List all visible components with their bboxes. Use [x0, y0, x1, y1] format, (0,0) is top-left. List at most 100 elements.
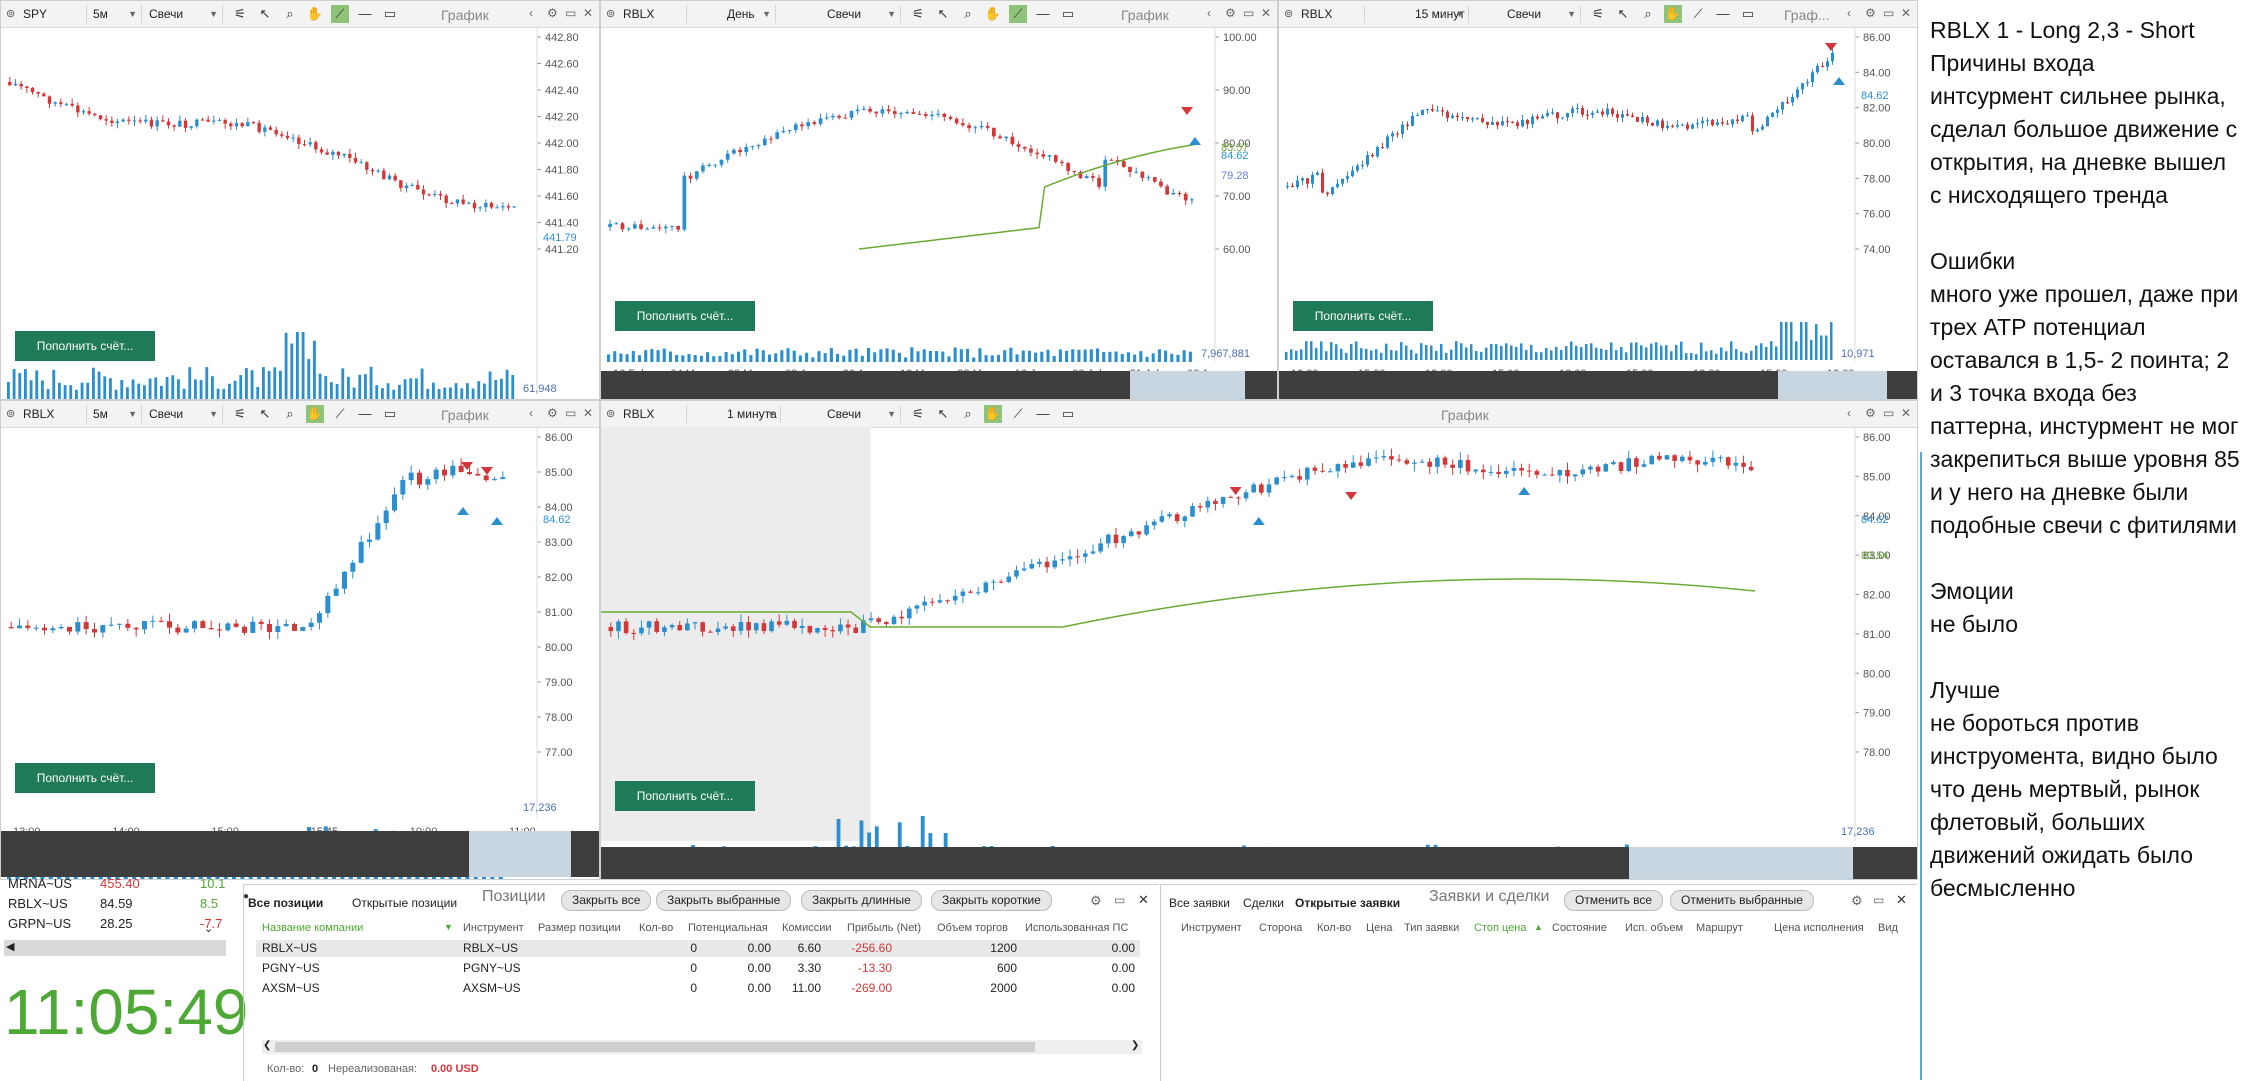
settings-icon[interactable]: ⚙: [1865, 6, 1876, 20]
price-plot[interactable]: 86.0085.0084.0083.0082.0081.0080.0079.00…: [1, 427, 600, 880]
col-commission[interactable]: Комиссии: [782, 922, 832, 934]
deposit-button[interactable]: Пополнить счёт...: [15, 763, 155, 793]
hand-icon[interactable]: ✋: [306, 5, 324, 23]
sell-marker-icon[interactable]: [1229, 487, 1242, 495]
hand-icon[interactable]: ✋: [1664, 5, 1682, 23]
chart-panel-spy[interactable]: ⊚ SPY 5м ▼ Свечи ▼ ⚟ ↖ ⌕ ✋ ⟋ — ▭ График ‹ ⚙ ▭ ✕ 44…: [0, 0, 600, 400]
close-icon[interactable]: ✕: [1901, 406, 1911, 420]
chart-type-select[interactable]: Свечи ▼: [821, 405, 901, 423]
close-icon[interactable]: ✕: [1138, 892, 1149, 908]
restore-icon[interactable]: ▭: [1114, 893, 1125, 907]
sort-asc-icon[interactable]: ▲: [1534, 922, 1543, 932]
close-icon[interactable]: ✕: [1261, 6, 1271, 20]
watchlist-row[interactable]: GRPN~US 28.25 -7.7: [8, 916, 237, 934]
chart-panel-rblx[interactable]: ⊚ RBLX 1 минута ▼ Свечи ▼ ⚟ ↖ ⌕ ✋ ⟋ — ▭ График ‹ ⚙…: [600, 400, 1918, 880]
hline-icon[interactable]: —: [1034, 405, 1052, 423]
rect-icon[interactable]: ▭: [1059, 405, 1077, 423]
positions-hscroll-thumb[interactable]: [275, 1042, 1035, 1052]
filter-icon[interactable]: ▼: [444, 922, 453, 932]
interval-select[interactable]: День ▼: [721, 5, 776, 23]
col-filled[interactable]: Исп. объем: [1625, 922, 1683, 934]
rect-icon[interactable]: ▭: [1059, 5, 1077, 23]
col-qty[interactable]: Кол-во: [639, 922, 673, 934]
navigator-window[interactable]: [1778, 371, 1887, 399]
rect-icon[interactable]: ▭: [381, 405, 399, 423]
indicators-icon[interactable]: ⚟: [909, 5, 927, 23]
scroll-left-icon[interactable]: ◀: [6, 940, 14, 953]
scroll-right-icon[interactable]: ❯: [1131, 1040, 1139, 1051]
col-side[interactable]: Сторона: [1259, 922, 1302, 934]
collapse-icon[interactable]: ‹: [1207, 6, 1211, 20]
col-size[interactable]: Размер позиции: [538, 922, 621, 934]
navigator-window[interactable]: [1629, 847, 1853, 879]
close-icon[interactable]: ✕: [1901, 6, 1911, 20]
hline-icon[interactable]: —: [1714, 5, 1732, 23]
sell-marker-icon[interactable]: [1181, 107, 1193, 115]
link-icon[interactable]: ⊚: [1284, 7, 1293, 20]
cursor-icon[interactable]: ↖: [934, 5, 952, 23]
link-icon[interactable]: ⊚: [6, 7, 15, 20]
buy-marker-icon[interactable]: [457, 507, 469, 515]
symbol-select[interactable]: RBLX: [617, 5, 687, 23]
chart-panel-rblx[interactable]: ⊚ RBLX День ▼ Свечи ▼ ⚟ ↖ ⌕ ✋ ⟋ — ▭ График ‹ ⚙ ▭ ✕…: [600, 0, 1278, 400]
interval-select[interactable]: 5м ▼: [87, 5, 142, 23]
restore-icon[interactable]: ▭: [565, 6, 576, 20]
chart-type-select[interactable]: Свечи ▼: [821, 5, 901, 23]
trendline-icon[interactable]: ⟋: [331, 5, 349, 23]
settings-icon[interactable]: ⚙: [547, 6, 558, 20]
col-kind[interactable]: Вид: [1878, 922, 1898, 934]
chart-type-select[interactable]: Свечи ▼: [1501, 5, 1581, 23]
deposit-button[interactable]: Пополнить счёт...: [1293, 301, 1433, 331]
deposit-button[interactable]: Пополнить счёт...: [615, 301, 755, 331]
close-long-button[interactable]: Закрыть длинные: [801, 890, 922, 911]
close-all-button[interactable]: Закрыть все: [561, 890, 652, 911]
col-route[interactable]: Маршрут: [1696, 922, 1743, 934]
tab-open-positions[interactable]: Открытые позиции: [352, 896, 457, 910]
col-stop-price[interactable]: Стоп цена: [1474, 922, 1526, 934]
col-used[interactable]: Использованная ПС: [1025, 922, 1128, 934]
col-exec-price[interactable]: Цена исполнения: [1774, 922, 1864, 934]
tab-open-orders[interactable]: Открытые заявки: [1295, 896, 1400, 910]
restore-icon[interactable]: ▭: [1873, 893, 1884, 907]
tab-trades[interactable]: Сделки: [1243, 896, 1284, 910]
watchlist-row[interactable]: RBLX~US 84.59 8.5: [8, 896, 237, 914]
trendline-icon[interactable]: ⟋: [1689, 5, 1707, 23]
tab-all-positions[interactable]: Все позиции: [248, 896, 323, 910]
restore-icon[interactable]: ▭: [1883, 406, 1894, 420]
settings-icon[interactable]: ⚙: [1851, 893, 1863, 909]
buy-marker-icon[interactable]: [1518, 487, 1531, 495]
col-instrument[interactable]: Инструмент: [1181, 922, 1242, 934]
buy-marker-icon[interactable]: [491, 517, 503, 525]
indicators-icon[interactable]: ⚟: [231, 405, 249, 423]
trendline-icon[interactable]: ⟋: [331, 405, 349, 423]
symbol-select[interactable]: RBLX: [1295, 5, 1365, 23]
restore-icon[interactable]: ▭: [1883, 6, 1894, 20]
close-short-button[interactable]: Закрыть короткие: [931, 890, 1052, 911]
interval-select[interactable]: 5м ▼: [87, 405, 142, 423]
restore-icon[interactable]: ▭: [565, 406, 576, 420]
chart-type-select[interactable]: Свечи ▼: [143, 5, 223, 23]
interval-select[interactable]: 15 минут ▼: [1409, 5, 1469, 23]
close-selected-button[interactable]: Закрыть выбранные: [656, 890, 792, 911]
col-instrument[interactable]: Инструмент: [463, 922, 524, 934]
cancel-all-button[interactable]: Отменить все: [1564, 890, 1664, 911]
price-plot[interactable]: 86.0085.0084.0083.0082.0081.0080.0079.00…: [601, 427, 1918, 880]
cursor-icon[interactable]: ↖: [256, 405, 274, 423]
hline-icon[interactable]: —: [1034, 5, 1052, 23]
settings-icon[interactable]: ⚙: [547, 406, 558, 420]
sell-marker-icon[interactable]: [1825, 43, 1837, 51]
indicators-icon[interactable]: ⚟: [231, 5, 249, 23]
rect-icon[interactable]: ▭: [381, 5, 399, 23]
col-company[interactable]: Название компании: [262, 922, 363, 934]
restore-icon[interactable]: ▭: [1243, 6, 1254, 20]
navigator-window[interactable]: [469, 831, 571, 877]
zoom-icon[interactable]: ⌕: [959, 5, 977, 23]
sell-marker-icon[interactable]: [481, 467, 493, 475]
interval-select[interactable]: 1 минута ▼: [721, 405, 781, 423]
deposit-button[interactable]: Пополнить счёт...: [615, 781, 755, 811]
symbol-select[interactable]: RBLX: [617, 405, 687, 423]
zoom-icon[interactable]: ⌕: [1639, 5, 1657, 23]
cursor-icon[interactable]: ↖: [256, 5, 274, 23]
scroll-left-icon[interactable]: ❮: [263, 1040, 271, 1051]
col-status[interactable]: Состояние: [1552, 922, 1607, 934]
